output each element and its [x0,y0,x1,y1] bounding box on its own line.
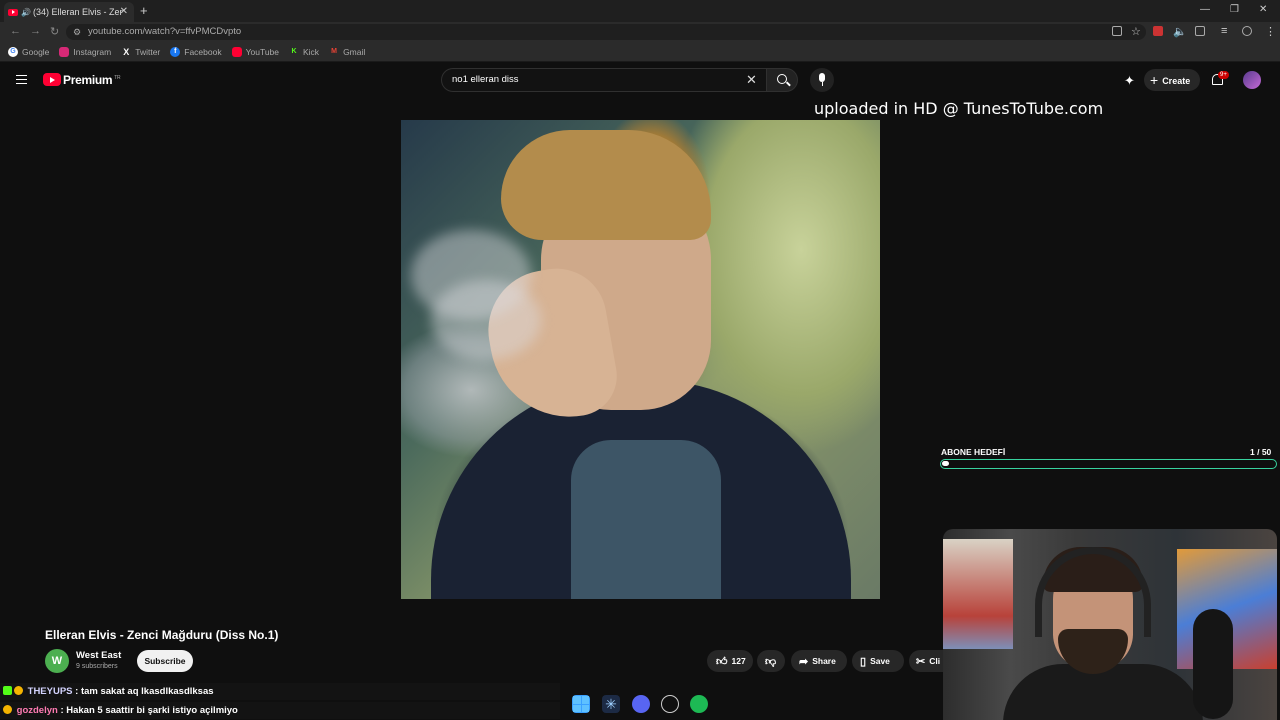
bookmark-facebook[interactable]: f Facebook [170,46,222,57]
kick-icon: K [291,47,297,55]
dislike-button[interactable]: 👎︎ [757,650,785,672]
youtube-logo-icon[interactable] [43,73,61,86]
chat-badge-icon [14,686,23,695]
tab-title: (34) Elleran Elvis - Zen [32,7,123,17]
goal-label: ABONE HEDEFİ [941,447,1006,457]
share-icon: ➦ [799,656,809,668]
save-button[interactable]: ▯ Save [852,650,904,672]
like-button[interactable]: 👍︎ 127 [707,650,753,672]
plus-icon: + [1150,72,1159,88]
new-tab-button[interactable]: + [140,3,148,18]
youtube-favicon-icon [8,8,18,16]
region-code: TR [114,75,121,81]
video-title: Elleran Elvis - Zenci Mağduru (Diss No.1… [45,628,279,642]
hair-shape [501,130,711,240]
save-bookmark-icon: ▯ [860,656,867,668]
gmail-icon: M [331,47,337,55]
ai-sparkle-icon[interactable]: ✦ [1124,73,1135,89]
profile-icon[interactable] [1242,26,1252,36]
notification-badge: 9+ [1218,71,1229,79]
x-twitter-icon: X [123,46,130,57]
media-control-icon[interactable]: 🔈 [1173,25,1187,38]
bookmark-twitter[interactable]: X Twitter [121,47,160,57]
url-field[interactable]: ⚙ youtube.com/watch?v=ffvPMCDvpto [66,24,1146,40]
chat-username: THEYUPS [27,686,73,697]
shirt-shape [571,440,721,599]
browser-menu-icon[interactable]: ⋮ [1265,25,1276,38]
goal-progress-bar [940,459,1277,469]
video-overlay-text: uploaded in HD @ TunesToTube.com [814,99,1104,118]
discord-icon[interactable] [632,695,650,713]
close-window-icon[interactable]: ✕ [1259,4,1267,15]
bookmark-instagram[interactable]: Instagram [59,46,111,57]
back-icon[interactable]: ← [10,25,21,37]
bookmark-kick[interactable]: K Kick [289,47,319,57]
extensions-icon[interactable] [1195,26,1205,36]
address-bar-row: ← → ↻ ⚙ youtube.com/watch?v=ffvPMCDvpto … [0,22,1280,42]
spotify-icon[interactable] [690,695,708,713]
thumbs-down-icon: 👎︎ [765,656,777,668]
clear-search-icon[interactable]: ✕ [746,72,757,88]
bookmark-star-icon[interactable]: ☆ [1131,25,1141,38]
chat-badge-icon [3,705,12,714]
chat-username: gozdelyn [16,705,58,716]
goal-count: 1 / 50 [1250,447,1271,457]
reading-list-icon[interactable]: ≡ [1221,25,1227,37]
webcam-overlay [943,529,1277,720]
search-icon [777,74,787,84]
goal-total: / 50 [1257,447,1272,457]
audio-playing-icon[interactable]: 🔊 [21,8,31,17]
menu-hamburger-icon[interactable] [16,75,27,84]
app-clock-icon[interactable] [661,695,679,713]
youtube-header: Premium TR no1 elleran diss ✕ ✦ + Create 9… [0,62,1280,98]
youtube-icon [231,46,242,57]
reload-icon[interactable]: ↻ [50,25,59,38]
subscriber-count: 9 subscribers [76,663,118,670]
goal-progress-fill [942,461,949,466]
smoke-cloud [431,280,541,360]
cast-icon[interactable] [1112,26,1122,36]
browser-tab-bar: 🔊 (34) Elleran Elvis - Zen ✕ + — ❐ ✕ [0,0,1280,22]
youtube-premium-logo[interactable]: Premium TR [63,73,121,87]
share-button[interactable]: ➦ Share [791,650,847,672]
browser-tab[interactable]: 🔊 (34) Elleran Elvis - Zen ✕ [4,2,134,22]
chat-message: THEYUPS : tam sakat aq lkasdlkasdlksas [0,683,560,700]
bookmark-gmail[interactable]: M Gmail [329,47,365,57]
thumbs-up-icon: 👍︎ [716,656,728,668]
facebook-icon: f [170,46,181,57]
bookmark-youtube[interactable]: YouTube [231,46,279,57]
minimize-icon[interactable]: — [1200,4,1210,15]
close-tab-icon[interactable]: ✕ [120,6,128,17]
microphone-arm [1193,609,1233,719]
poster-left [943,539,1013,649]
subscribe-button[interactable]: Subscribe [137,650,193,672]
voice-search-icon[interactable] [810,68,834,92]
clip-button[interactable]: ✂ Cli [909,650,943,672]
app-sparkle-icon[interactable]: ✳ [602,695,620,713]
goal-current: 1 [1250,447,1255,457]
url-text: youtube.com/watch?v=ffvPMCDvpto [88,26,242,37]
account-avatar[interactable] [1243,71,1261,89]
forward-icon[interactable]: → [30,25,41,37]
channel-avatar[interactable]: W [45,649,69,673]
bookmarks-bar: G Google Instagram X Twitter f Facebook You… [0,42,1280,62]
channel-name[interactable]: West East [76,650,121,661]
scissors-icon: ✂ [916,656,926,668]
search-input[interactable]: no1 elleran diss [441,68,766,92]
chat-text: : tam sakat aq lkasdlkasdlksas [75,686,214,697]
instagram-icon [59,46,70,57]
bookmark-google[interactable]: G Google [8,46,49,57]
extension-badge-icon[interactable] [1153,26,1163,36]
create-button[interactable]: + Create [1144,69,1200,91]
windows-start-icon[interactable] [572,695,590,713]
video-frame-image[interactable] [401,120,880,599]
search-button[interactable] [766,68,798,92]
site-info-icon[interactable]: ⚙ [73,24,81,40]
kick-badge-icon [3,686,12,695]
maximize-icon[interactable]: ❐ [1230,4,1239,15]
chat-message: gozdelyn : Hakan 5 saattir bi şarki isti… [0,702,560,719]
google-icon: G [8,46,18,57]
chat-text: : Hakan 5 saattir bi şarki istiyo açilmi… [60,705,238,716]
